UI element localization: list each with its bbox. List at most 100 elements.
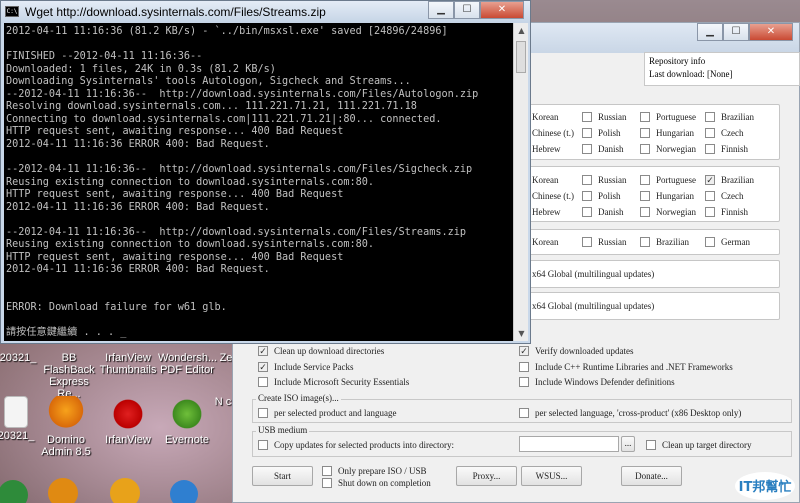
checkbox-icon[interactable]	[519, 377, 529, 387]
checkbox-icon[interactable]	[582, 207, 592, 217]
scrollbar-thumb[interactable]	[516, 41, 526, 73]
defender-checkbox[interactable]: Include Windows Defender definitions	[519, 377, 675, 387]
checkbox-icon[interactable]	[519, 362, 529, 372]
iso-cross-product-checkbox[interactable]: per selected language, 'cross-product' (…	[519, 408, 741, 418]
minimize-icon[interactable]: ▁	[697, 23, 723, 41]
checkbox-icon[interactable]	[640, 207, 650, 217]
checkbox-icon[interactable]	[705, 144, 715, 154]
language-checkbox[interactable]: Polish	[582, 128, 621, 138]
usb-copy-checkbox[interactable]: Copy updates for selected products into …	[258, 440, 454, 450]
checkbox-icon[interactable]	[640, 175, 650, 185]
checkbox-icon[interactable]	[322, 466, 332, 476]
language-checkbox[interactable]: Korean	[532, 175, 559, 185]
checkbox-icon[interactable]	[519, 408, 529, 418]
language-checkbox[interactable]: Hebrew	[532, 207, 561, 217]
x64-global-option-2[interactable]: x64 Global (multilingual updates)	[532, 301, 654, 311]
desktop-icon-9[interactable]: Evernote	[158, 396, 216, 446]
app-icon[interactable]	[110, 478, 140, 503]
checkbox-icon[interactable]	[640, 191, 650, 201]
wget-console-window[interactable]: C:\ Wget http://download.sysinternals.co…	[0, 0, 531, 344]
checkbox-icon[interactable]	[646, 440, 656, 450]
language-checkbox[interactable]: Finnish	[705, 144, 748, 154]
language-checkbox[interactable]: Hungarian	[640, 191, 694, 201]
language-checkbox[interactable]: Norwegian	[640, 144, 696, 154]
checkbox-icon[interactable]	[640, 112, 650, 122]
checkbox-icon[interactable]	[258, 346, 268, 356]
maximize-icon[interactable]: ☐	[723, 23, 749, 41]
scroll-up-icon[interactable]: ▲	[514, 23, 529, 38]
language-checkbox[interactable]: Czech	[705, 191, 744, 201]
checkbox-icon[interactable]	[640, 144, 650, 154]
iso-per-product-checkbox[interactable]: per selected product and language	[258, 408, 396, 418]
usb-cleanup-checkbox[interactable]: Clean up target directory	[646, 440, 752, 450]
desktop-icon-8[interactable]: IrfanView	[99, 396, 157, 446]
language-checkbox[interactable]: Korean	[532, 237, 559, 247]
close-icon[interactable]: ✕	[480, 1, 524, 19]
language-checkbox[interactable]: Chinese (t.)	[532, 128, 574, 138]
language-checkbox[interactable]: Polish	[582, 191, 621, 201]
cleanup-download-checkbox[interactable]: Clean up download directories	[258, 346, 384, 356]
language-checkbox[interactable]: German	[705, 237, 750, 247]
checkbox-icon[interactable]	[582, 128, 592, 138]
app-icon[interactable]	[170, 480, 198, 503]
checkbox-icon[interactable]	[582, 144, 592, 154]
desktop-icon-3[interactable]: IrfanView Thumbnails	[99, 352, 157, 376]
desktop-icon-2[interactable]: BB FlashBack Express Re...	[36, 352, 102, 400]
checkbox-icon[interactable]	[322, 478, 332, 488]
console-scrollbar[interactable]: ▲ ▼	[513, 23, 528, 341]
only-prepare-iso-checkbox[interactable]: Only prepare ISO / USB	[322, 466, 427, 476]
proxy-button[interactable]: Proxy...	[456, 466, 517, 486]
verify-checkbox[interactable]: Verify downloaded updates	[519, 346, 633, 356]
mse-checkbox[interactable]: Include Microsoft Security Essentials	[258, 377, 409, 387]
language-checkbox[interactable]: Danish	[582, 207, 624, 217]
language-checkbox[interactable]: Korean	[532, 112, 559, 122]
checkbox-icon[interactable]	[705, 237, 715, 247]
donate-button[interactable]: Donate...	[621, 466, 682, 486]
checkbox-icon[interactable]	[258, 362, 268, 372]
language-checkbox[interactable]: Finnish	[705, 207, 748, 217]
checkbox-icon[interactable]	[705, 175, 715, 185]
service-packs-checkbox[interactable]: Include Service Packs	[258, 362, 353, 372]
wsus-button[interactable]: WSUS...	[521, 466, 582, 486]
maximize-icon[interactable]: ☐	[454, 1, 480, 19]
checkbox-icon[interactable]	[705, 191, 715, 201]
x64-global-option-1[interactable]: x64 Global (multilingual updates)	[532, 269, 654, 279]
language-checkbox[interactable]: Norwegian	[640, 207, 696, 217]
checkbox-icon[interactable]	[705, 112, 715, 122]
language-checkbox[interactable]: Portuguese	[640, 112, 696, 122]
desktop-icon-7[interactable]: Domino Admin 8.5	[38, 396, 94, 458]
console-output[interactable]: 2012-04-11 11:16:36 (81.2 KB/s) - `../bi…	[4, 23, 513, 341]
checkbox-icon[interactable]	[582, 175, 592, 185]
checkbox-icon[interactable]	[705, 207, 715, 217]
minimize-icon[interactable]: ▁	[428, 1, 454, 19]
language-checkbox[interactable]: Portuguese	[640, 175, 696, 185]
checkbox-icon[interactable]	[258, 408, 268, 418]
close-icon[interactable]: ✕	[749, 23, 793, 41]
checkbox-icon[interactable]	[258, 377, 268, 387]
checkbox-icon[interactable]	[640, 128, 650, 138]
language-checkbox[interactable]: Brazilian	[705, 112, 754, 122]
checkbox-icon[interactable]	[258, 440, 268, 450]
language-checkbox[interactable]: Brazilian	[705, 175, 754, 185]
language-checkbox[interactable]: Hungarian	[640, 128, 694, 138]
language-checkbox[interactable]: Danish	[582, 144, 624, 154]
shutdown-checkbox[interactable]: Shut down on completion	[322, 478, 431, 488]
checkbox-icon[interactable]	[640, 237, 650, 247]
checkbox-icon[interactable]	[705, 128, 715, 138]
checkbox-icon[interactable]	[582, 191, 592, 201]
language-checkbox[interactable]: Hebrew	[532, 144, 561, 154]
desktop-icon-4[interactable]: Wondersh... PDF Editor	[158, 352, 217, 376]
language-checkbox[interactable]: Russian	[582, 112, 627, 122]
start-button[interactable]: Start	[252, 466, 313, 486]
console-titlebar[interactable]: C:\ Wget http://download.sysinternals.co…	[1, 1, 530, 23]
cpp-runtime-checkbox[interactable]: Include C++ Runtime Libraries and .NET F…	[519, 362, 733, 372]
language-checkbox[interactable]: Russian	[582, 237, 627, 247]
language-checkbox[interactable]: Chinese (t.)	[532, 191, 574, 201]
language-checkbox[interactable]: Brazilian	[640, 237, 689, 247]
checkbox-icon[interactable]	[582, 112, 592, 122]
usb-directory-input[interactable]	[519, 436, 619, 452]
checkbox-icon[interactable]	[582, 237, 592, 247]
language-checkbox[interactable]: Czech	[705, 128, 744, 138]
language-checkbox[interactable]: Russian	[582, 175, 627, 185]
app-icon[interactable]	[48, 478, 78, 503]
